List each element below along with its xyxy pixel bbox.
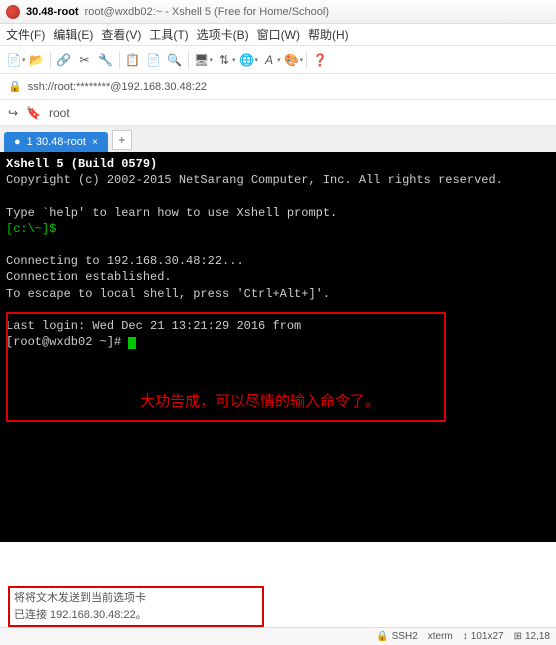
open-icon[interactable]: 📂 (27, 50, 47, 70)
tab-bar: ● 1 30.48-root × + (0, 126, 556, 152)
window-title: 30.48-root (26, 6, 79, 18)
terminal-line: Connection established. (6, 269, 550, 285)
window-subtitle: root@wxdb02:~ - Xshell 5 (Free for Home/… (85, 6, 329, 18)
tab-active[interactable]: ● 1 30.48-root × (4, 132, 108, 152)
menu-tabs[interactable]: 选项卡(B) (197, 26, 249, 43)
menu-window[interactable]: 窗口(W) (257, 26, 300, 43)
font-icon[interactable]: A (259, 50, 279, 70)
menubar: 文件(F) 编辑(E) 查看(V) 工具(T) 选项卡(B) 窗口(W) 帮助(… (0, 24, 556, 46)
status-pos: 12,18 (525, 631, 550, 642)
terminal-line: Last login: Wed Dec 21 13:21:29 2016 fro… (6, 318, 550, 334)
toolbar: 📄▾ 📂 🔗 ✂ 🔧 📋 📄 🔍 🖥▾ ⇅▾ 🌐▾ A▾ 🎨▾ ❓ (0, 46, 556, 74)
new-tab-button[interactable]: + (112, 130, 132, 150)
disconnect-icon[interactable]: ✂ (75, 50, 95, 70)
tab-label: 1 30.48-root (27, 136, 86, 148)
status-line: 将将文木发送到当前选项卡 (14, 590, 258, 607)
menu-help[interactable]: 帮助(H) (308, 26, 349, 43)
terminal-line: Connecting to 192.168.30.48:22... (6, 253, 550, 269)
tab-close-icon[interactable]: × (92, 137, 98, 148)
cursor-icon (128, 337, 136, 349)
window-titlebar: 30.48-root root@wxdb02:~ - Xshell 5 (Fre… (0, 0, 556, 24)
properties-icon[interactable]: 🔧 (96, 50, 116, 70)
grid-icon: ⊞ (514, 631, 522, 642)
globe-icon[interactable]: 🌐 (237, 50, 257, 70)
address-bar: 🔒 ssh://root:********@192.168.30.48:22 (0, 74, 556, 100)
menu-view[interactable]: 查看(V) (101, 26, 141, 43)
nav-row: ↪ 🔖 root (0, 100, 556, 126)
paste-icon[interactable]: 📄 (144, 50, 164, 70)
lock-icon: 🔒 (8, 80, 22, 93)
terminal-line: To escape to local shell, press 'Ctrl+Al… (6, 286, 550, 302)
status-term: xterm (428, 631, 453, 642)
status-size: 101x27 (471, 631, 504, 642)
menu-edit[interactable]: 编辑(E) (53, 26, 93, 43)
watermark-logo-icon (442, 585, 476, 619)
watermark-name: 系统之家 (482, 591, 534, 606)
watermark-url: XiTongZhiJia.Net (482, 607, 550, 617)
status-ssh: SSH2 (392, 631, 418, 642)
resize-icon: ↕ (463, 631, 468, 642)
copy-icon[interactable]: 📋 (123, 50, 143, 70)
terminal-line: Type `help' to learn how to use Xshell p… (6, 205, 550, 221)
status-line: 已连接 192.168.30.48:22。 (14, 607, 258, 624)
lock-small-icon: 🔒 (376, 631, 388, 642)
forward-icon[interactable]: ↪ (8, 106, 18, 120)
new-session-icon[interactable]: 📄 (4, 50, 24, 70)
terminal-line: Copyright (c) 2002-2015 NetSarang Comput… (6, 172, 550, 188)
nav-label[interactable]: root (49, 106, 70, 120)
app-icon (6, 5, 20, 19)
annotation-text: 大功告成，可以尽情的输入命令了。 (140, 390, 380, 411)
terminal-line: Xshell 5 (Build 0579) (6, 156, 550, 172)
menu-tools[interactable]: 工具(T) (149, 26, 188, 43)
transfer-icon[interactable]: ⇅ (214, 50, 234, 70)
find-icon[interactable]: 🔍 (165, 50, 185, 70)
help-icon[interactable]: ❓ (310, 50, 330, 70)
menu-file[interactable]: 文件(F) (6, 26, 45, 43)
color-icon[interactable]: 🎨 (282, 50, 302, 70)
address-url[interactable]: ssh://root:********@192.168.30.48:22 (28, 81, 207, 93)
bookmark-icon[interactable]: 🔖 (26, 106, 41, 120)
terminal-prompt-remote: [root@wxdb02 ~]# (6, 335, 128, 349)
terminal-prompt-local: [c:\~]$ (6, 222, 56, 236)
reconnect-icon[interactable]: 🔗 (54, 50, 74, 70)
status-box: 将将文木发送到当前选项卡 已连接 192.168.30.48:22。 (8, 586, 264, 627)
terminal[interactable]: Xshell 5 (Build 0579) Copyright (c) 2002… (0, 152, 556, 542)
status-bar: 🔒 SSH2 xterm ↕101x27 ⊞12,18 (0, 627, 556, 645)
watermark: 系统之家 XiTongZhiJia.Net (442, 585, 550, 619)
bullet-icon: ● (14, 136, 21, 148)
screen-icon[interactable]: 🖥 (192, 50, 212, 70)
